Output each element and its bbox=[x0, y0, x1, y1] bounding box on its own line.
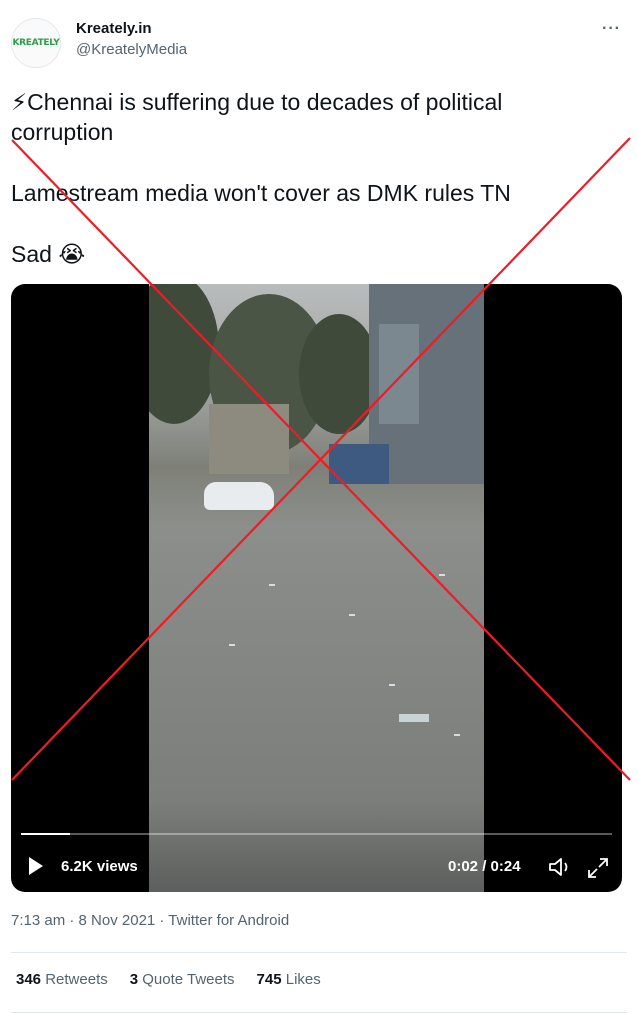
quote-tweets-stat[interactable]: 3 Quote Tweets bbox=[130, 971, 235, 988]
tweet-timestamp[interactable]: 7:13 am · 8 Nov 2021 · Twitter for Andro… bbox=[11, 912, 289, 929]
volume-icon[interactable] bbox=[548, 856, 572, 878]
display-name[interactable]: Kreately.in bbox=[76, 20, 152, 37]
submerged-car bbox=[204, 482, 274, 510]
view-count: 6.2K views bbox=[61, 858, 138, 875]
tweet-text-line-2: corruption bbox=[11, 119, 114, 145]
progress-bar[interactable] bbox=[21, 833, 71, 835]
divider bbox=[11, 952, 627, 953]
divider-bottom bbox=[11, 1012, 627, 1013]
progress-track[interactable] bbox=[21, 833, 612, 835]
tweet-text-line-4: Sad 😭 bbox=[11, 241, 86, 267]
video-player[interactable]: 6.2K views 0:02 / 0:24 bbox=[11, 284, 622, 892]
tweet-card: KREATELY Kreately.in @KreatelyMedia ··· … bbox=[0, 0, 638, 1014]
engagement-stats: 346 Retweets 3 Quote Tweets 745 Likes bbox=[16, 971, 321, 988]
tweet-text-line-3: Lamestream media won't cover as DMK rule… bbox=[11, 180, 511, 206]
video-frame bbox=[149, 284, 484, 892]
likes-stat[interactable]: 745 Likes bbox=[257, 971, 321, 988]
avatar[interactable]: KREATELY bbox=[11, 18, 61, 68]
video-time: 0:02 / 0:24 bbox=[448, 858, 521, 875]
tweet-text-line-1: ⚡Chennai is suffering due to decades of … bbox=[11, 89, 503, 115]
fullscreen-icon[interactable] bbox=[586, 856, 610, 880]
more-icon[interactable]: ··· bbox=[602, 20, 621, 38]
retweets-stat[interactable]: 346 Retweets bbox=[16, 971, 108, 988]
avatar-logo-text: KREATELY bbox=[12, 38, 60, 48]
play-icon[interactable] bbox=[29, 857, 43, 875]
user-handle[interactable]: @KreatelyMedia bbox=[76, 41, 187, 58]
